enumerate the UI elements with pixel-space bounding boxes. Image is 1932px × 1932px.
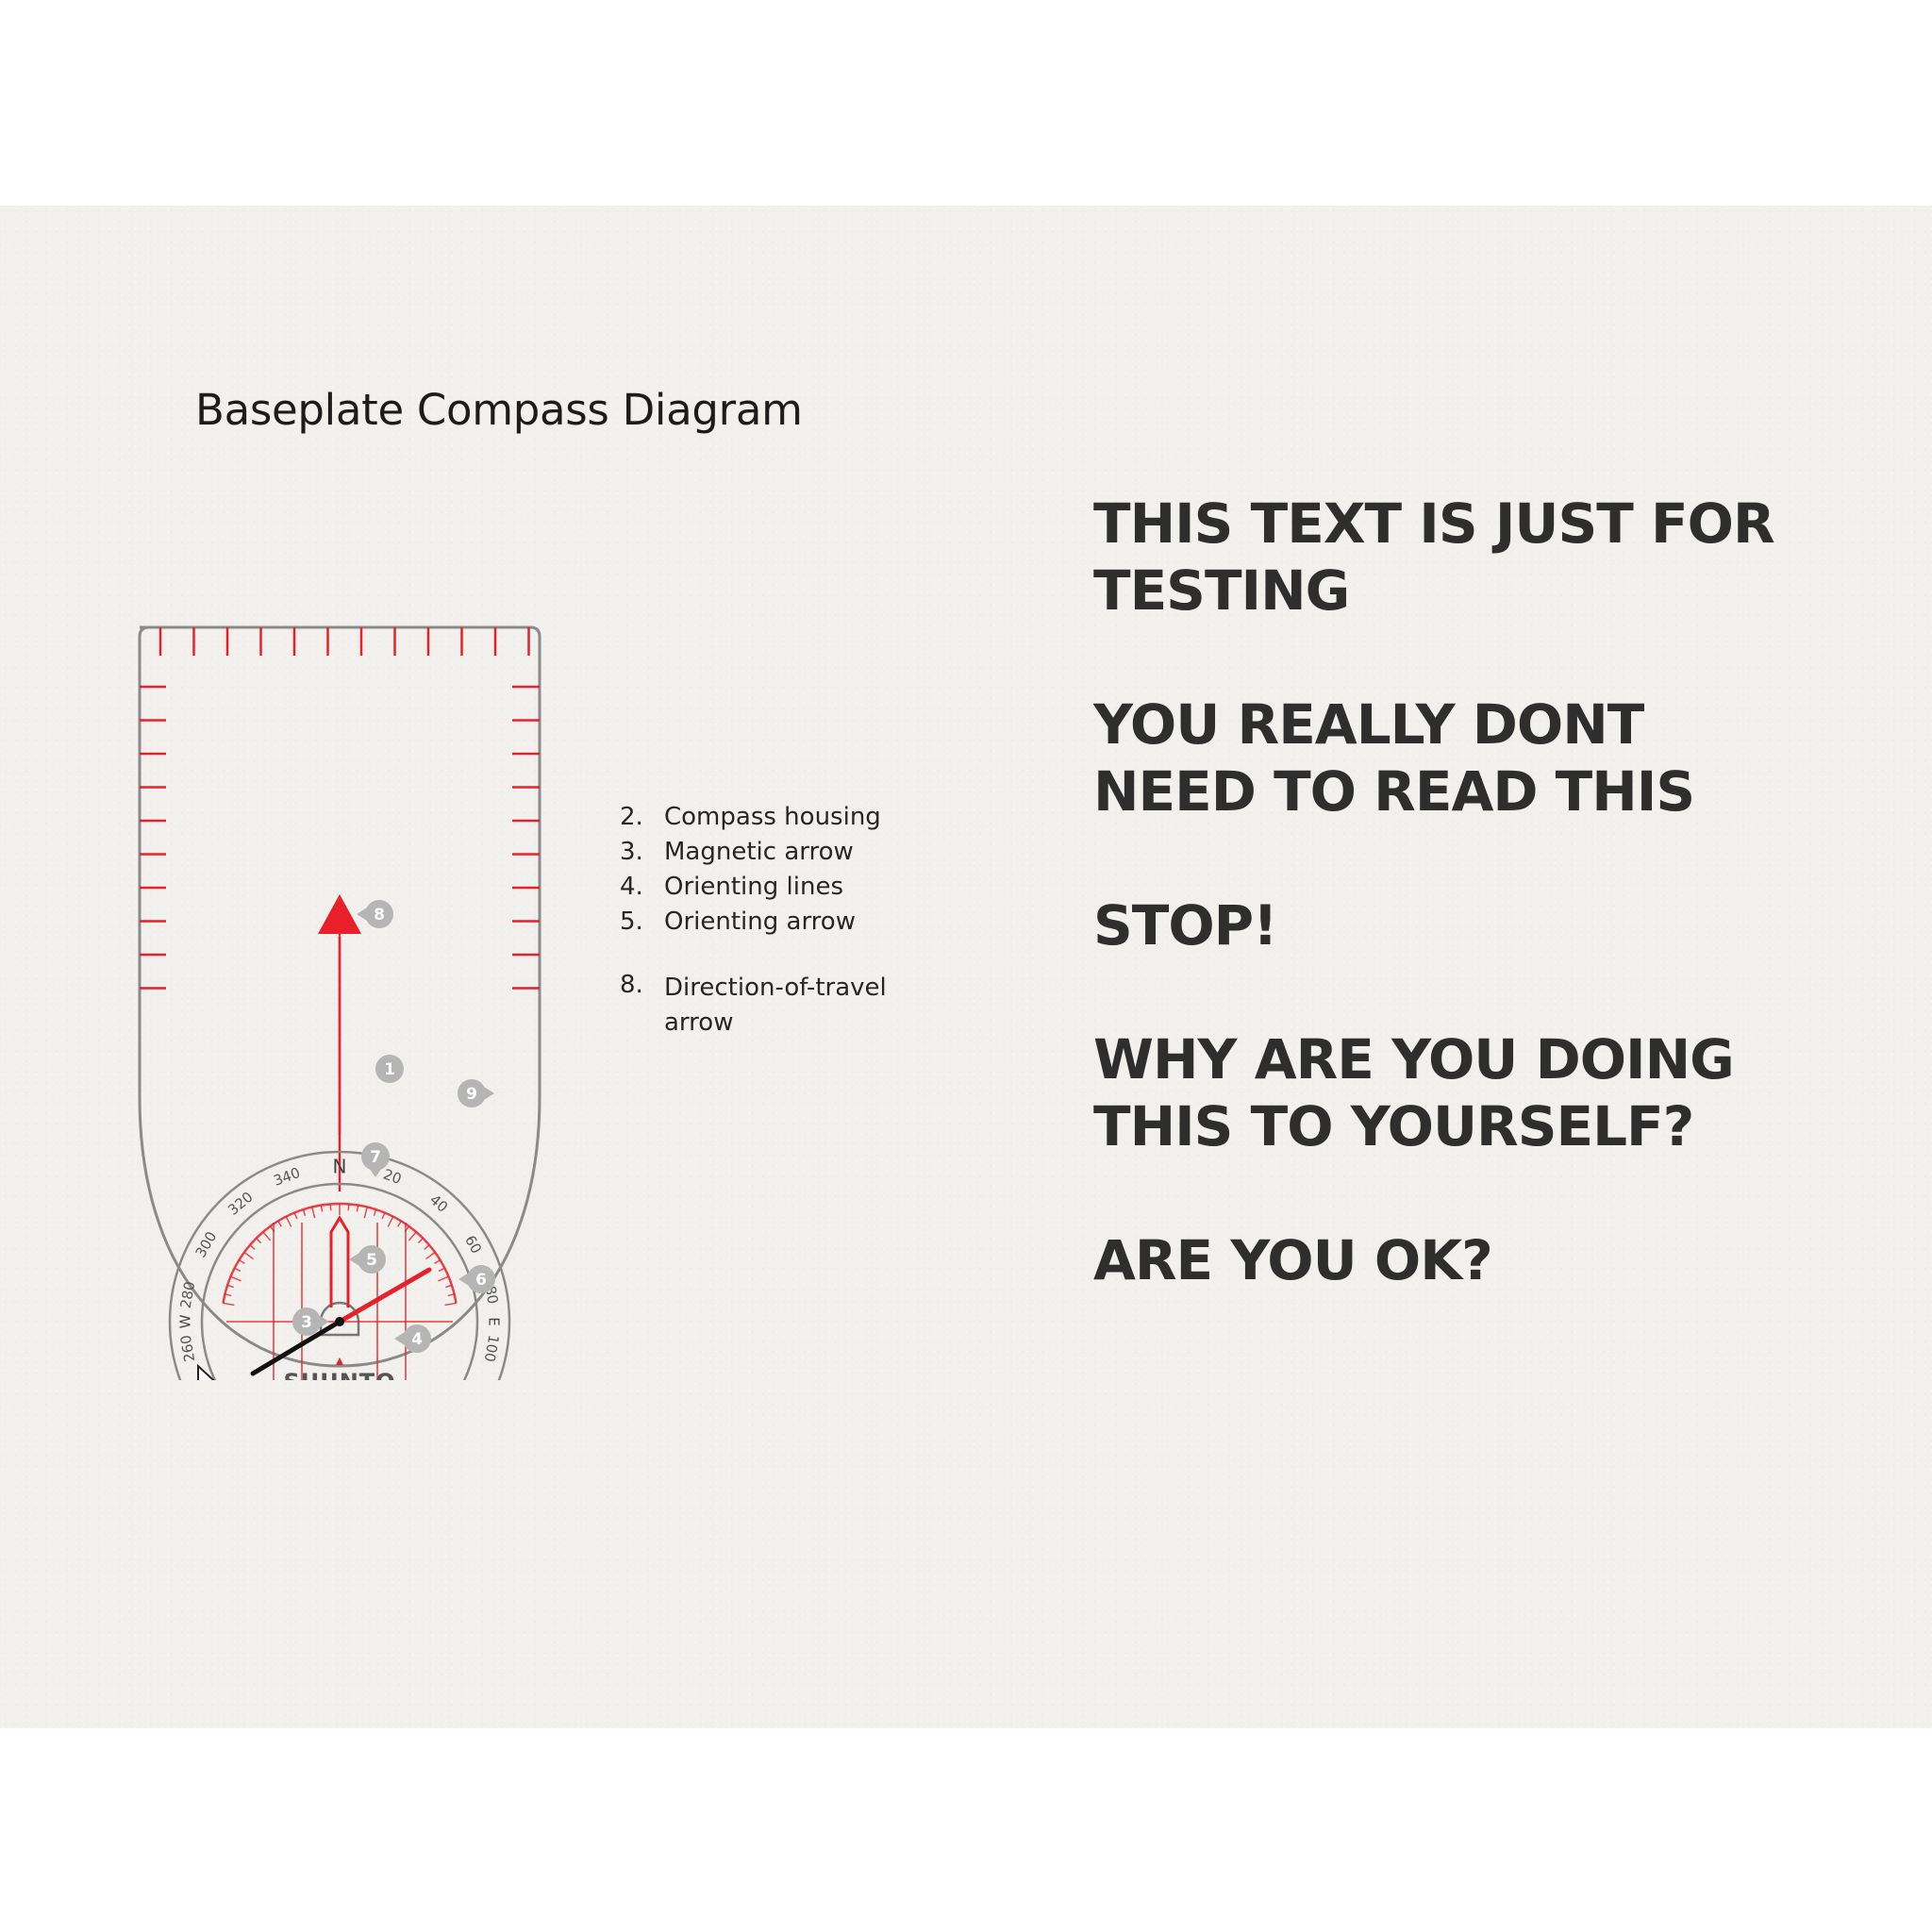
dial-tick xyxy=(243,1251,255,1260)
legend-text: Direction-of-travel xyxy=(664,974,887,1002)
legend-number: 8. xyxy=(620,971,643,999)
message-line: THIS TEXT IS JUST FOR xyxy=(1093,491,1775,556)
callout-number: 3 xyxy=(301,1313,312,1332)
bezel-degree-label: 20 xyxy=(381,1166,404,1188)
bezel-cardinal-label: N xyxy=(333,1156,347,1178)
dial-tick xyxy=(249,1244,256,1250)
index-marker-icon xyxy=(336,1357,343,1365)
message-paragraph: ARE YOU OK? xyxy=(1093,1227,1774,1294)
dial-tick xyxy=(397,1221,402,1227)
brand-logo: SUUNTO xyxy=(283,1369,395,1380)
dial-tick xyxy=(262,1231,272,1241)
message-line: THIS TO YOURSELF? xyxy=(1093,1094,1694,1158)
dial-tick xyxy=(230,1275,242,1282)
dial-tick xyxy=(234,1267,242,1273)
bezel-degree-label: 340 xyxy=(272,1164,303,1190)
dial-tick xyxy=(387,1216,394,1227)
legend-text: Orienting lines xyxy=(664,872,843,901)
message-line: NEED TO READ THIS xyxy=(1093,759,1695,824)
legend-item: 2. Compass housing xyxy=(620,799,887,834)
legend-item: 5. Orienting arrow xyxy=(620,904,887,939)
ruler-top xyxy=(158,627,530,656)
message-paragraph: WHY ARE YOU DOING THIS TO YOURSELF? xyxy=(1093,1026,1774,1160)
dial-tick xyxy=(311,1207,316,1219)
dial-tick xyxy=(302,1208,307,1217)
bezel-degree-label: 100 xyxy=(481,1334,503,1363)
callout-number: 6 xyxy=(475,1271,487,1290)
dial-tick xyxy=(373,1208,377,1217)
ruler-left xyxy=(140,685,166,990)
compass-diagram: SUUNTO2040608010012014016020022026028030… xyxy=(138,625,541,1380)
callout-number: 4 xyxy=(411,1330,423,1349)
needle-pivot xyxy=(335,1317,344,1326)
dial-tick xyxy=(225,1293,232,1297)
dial-tick xyxy=(347,1204,350,1211)
legend-number: 4. xyxy=(620,872,643,901)
dial-tick xyxy=(363,1207,368,1219)
dial-tick xyxy=(444,1302,457,1307)
message-line: YOU REALLY DONT xyxy=(1093,692,1644,757)
callout-number: 1 xyxy=(384,1060,395,1079)
legend-text: Orienting arrow xyxy=(664,907,856,936)
dial-tick xyxy=(424,1244,430,1250)
dial-tick xyxy=(438,1267,445,1273)
callout-number: 5 xyxy=(366,1251,377,1270)
dial-tick xyxy=(447,1293,455,1297)
bezel-degree-label: 260 xyxy=(177,1334,199,1363)
bezel-degree-label: 300 xyxy=(192,1228,220,1260)
legend-text: Compass housing xyxy=(664,802,881,831)
bezel-cardinal-label: E xyxy=(486,1317,503,1325)
callout-number: 9 xyxy=(466,1085,477,1104)
dial-tick xyxy=(425,1251,436,1260)
message-line: ARE YOU OK? xyxy=(1093,1228,1493,1292)
dial-tick xyxy=(277,1221,282,1227)
dial-tick xyxy=(293,1212,298,1220)
dial-tick xyxy=(256,1238,262,1244)
message-line: TESTING xyxy=(1093,558,1350,623)
dial-tick xyxy=(408,1231,417,1241)
message-block: THIS TEXT IS JUST FOR TESTING YOU REALLY… xyxy=(1093,491,1775,1294)
direction-of-travel-arrow-icon xyxy=(318,894,361,934)
legend-text-continued: arrow xyxy=(664,1008,734,1037)
bezel-degree-label: 280 xyxy=(177,1280,199,1309)
ruler-right xyxy=(512,685,540,990)
bezel-cardinal-label: W xyxy=(177,1314,194,1328)
legend-number: 5. xyxy=(620,907,643,936)
dial-tick xyxy=(223,1302,235,1307)
legend-number: 2. xyxy=(620,802,643,831)
message-paragraph: STOP! xyxy=(1093,892,1774,959)
dial-tick xyxy=(434,1259,441,1264)
message-paragraph: YOU REALLY DONT NEED TO READ THIS xyxy=(1093,691,1774,825)
callout-number: 7 xyxy=(370,1148,381,1167)
dial-tick xyxy=(438,1275,449,1282)
message-line: WHY ARE YOU DOING xyxy=(1093,1027,1735,1091)
dial-tick xyxy=(226,1284,235,1289)
dial-tick xyxy=(381,1212,386,1220)
dial-tick xyxy=(417,1238,424,1244)
slide-title: Baseplate Compass Diagram xyxy=(195,385,803,435)
message-line: STOP! xyxy=(1093,893,1278,958)
dial-tick xyxy=(329,1204,332,1211)
slide-background: Baseplate Compass Diagram SUUNTO20406080… xyxy=(0,206,1932,1728)
legend-item: 3. Magnetic arrow xyxy=(620,834,887,869)
dial-tick xyxy=(239,1259,245,1264)
legend: 2. Compass housing 3. Magnetic arrow 4. … xyxy=(620,799,887,1041)
legend-item: 4. Orienting lines xyxy=(620,869,887,904)
legend-item: 8. Direction-of-travel arrow xyxy=(620,971,887,1041)
magnetic-arrow-north-icon xyxy=(337,1267,432,1324)
message-paragraph: THIS TEXT IS JUST FOR TESTING xyxy=(1093,491,1775,625)
bezel-degree-label: 40 xyxy=(426,1191,451,1216)
bezel-degree-label: 60 xyxy=(461,1232,485,1257)
dial-tick xyxy=(285,1216,292,1227)
orienting-arrow-icon xyxy=(329,1215,350,1307)
legend-number: 3. xyxy=(620,837,643,866)
callout-markers: 123456789 xyxy=(197,900,495,1380)
legend-text: Magnetic arrow xyxy=(664,837,854,866)
dial-tick xyxy=(444,1284,453,1289)
callout-number: 8 xyxy=(374,906,385,924)
